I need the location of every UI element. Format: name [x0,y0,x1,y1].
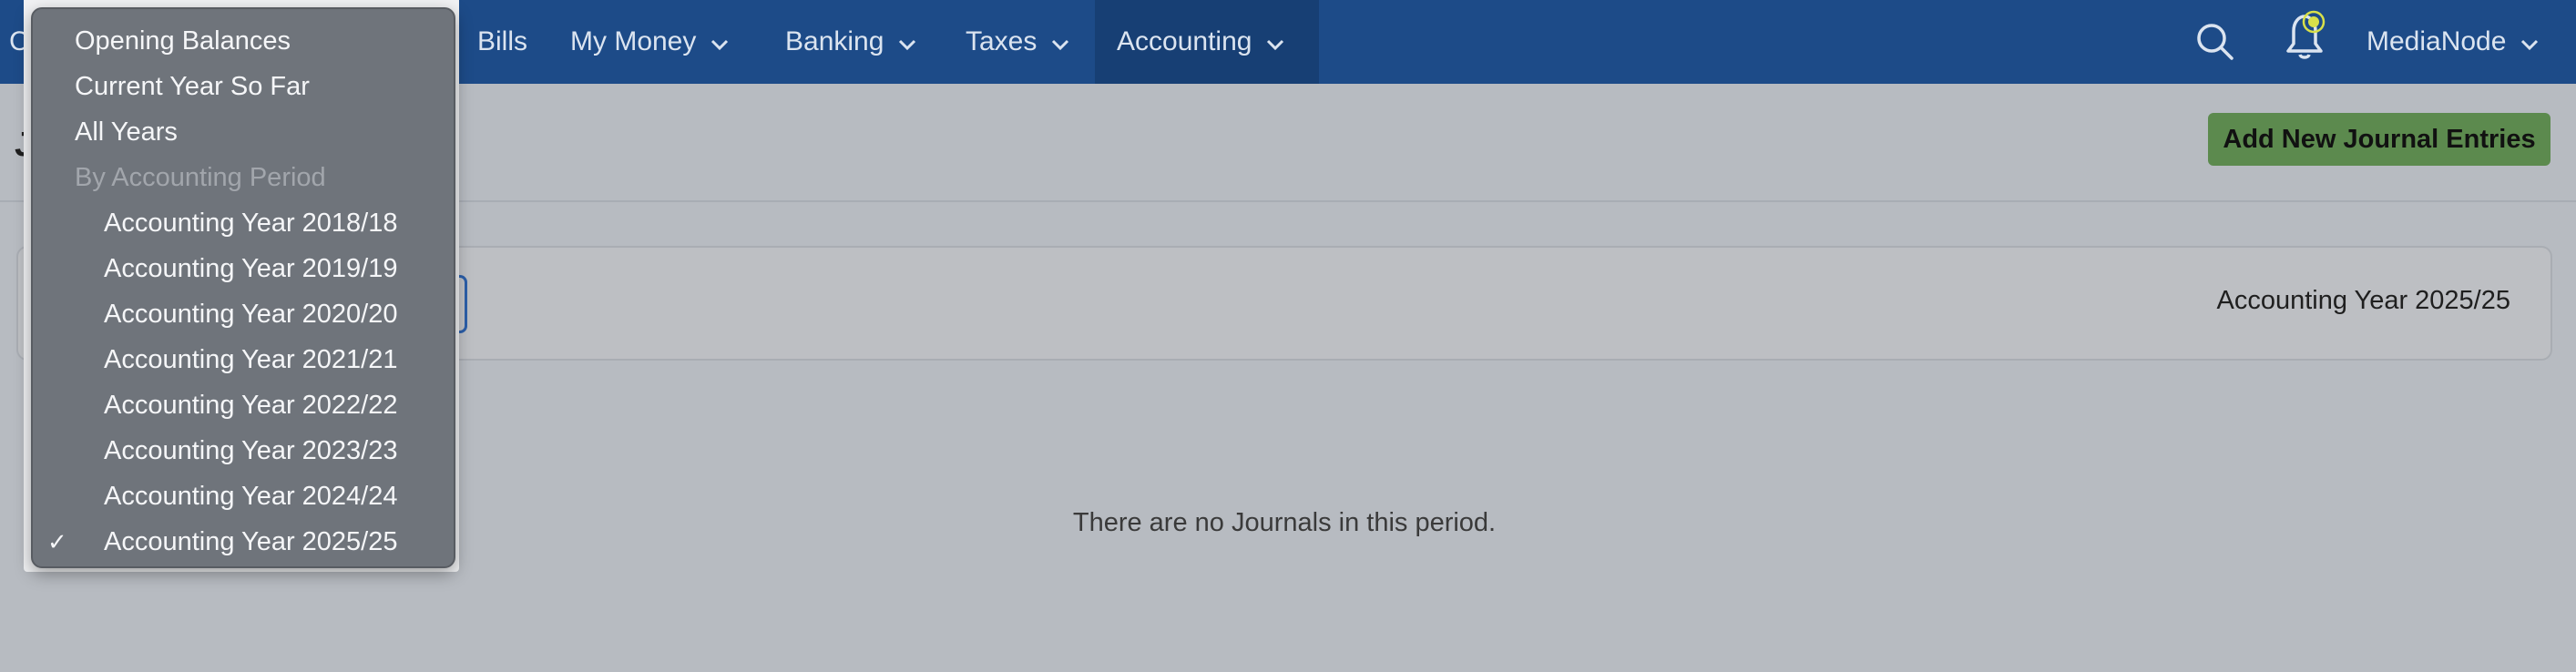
nav-item-my-money[interactable]: My Money [570,0,729,84]
nav-item-bills[interactable]: Bills [477,0,527,84]
menu-group-text: By Accounting Period [75,162,326,192]
add-journal-entries-button[interactable]: Add New Journal Entries [2208,113,2550,166]
menu-item-label: Opening Balances [75,25,291,56]
menu-item-label: Accounting Year 2020/20 [104,299,398,329]
menu-item-period[interactable]: Accounting Year 2023/23 [33,428,454,473]
chevron-down-icon [710,26,729,57]
nav-item-banking[interactable]: Banking [785,0,916,84]
menu-item-period[interactable]: Accounting Year 2022/22 [33,382,454,428]
nav-item-label: My Money [570,26,697,56]
account-name: MediaNode [2366,26,2507,56]
notifications-bell-icon[interactable] [2275,5,2334,66]
nav-item-taxes[interactable]: Taxes [966,0,1069,84]
chevron-down-icon [1266,26,1284,57]
menu-item-label: Accounting Year 2023/23 [104,435,398,465]
menu-item-label: Accounting Year 2025/25 [104,526,398,556]
menu-item-period-selected[interactable]: ✓ Accounting Year 2025/25 [33,519,454,565]
menu-item-label: Current Year So Far [75,71,310,101]
nav-item-label: Banking [785,26,884,56]
menu-item-label: Accounting Year 2024/24 [104,481,398,511]
checkmark-icon: ✓ [47,527,67,555]
menu-item-label: Accounting Year 2022/22 [104,390,398,420]
menu-item-label: Accounting Year 2018/18 [104,208,398,238]
menu-item-all-years[interactable]: All Years [33,109,454,155]
nav-item-label: Taxes [966,26,1038,56]
menu-item-period[interactable]: Accounting Year 2020/20 [33,291,454,337]
menu-item-label: Accounting Year 2021/21 [104,344,398,374]
menu-item-period[interactable]: Accounting Year 2019/19 [33,246,454,291]
menu-item-period[interactable]: Accounting Year 2021/21 [33,337,454,382]
account-menu[interactable]: MediaNode [2366,0,2539,84]
menu-item-period[interactable]: Accounting Year 2024/24 [33,473,454,519]
menu-item-opening-balances[interactable]: Opening Balances [33,18,454,64]
chevron-down-icon [1051,26,1069,57]
period-dropdown-menu: Opening Balances Current Year So Far All… [31,7,455,568]
chevron-down-icon [898,26,916,57]
search-icon[interactable] [2192,18,2239,66]
nav-item-label: Accounting [1117,26,1252,56]
selected-period-label: Accounting Year 2025/25 [2216,286,2511,315]
nav-item-accounting[interactable]: Accounting [1095,0,1319,84]
menu-item-label: All Years [75,117,178,147]
menu-group-label: By Accounting Period [33,155,454,200]
menu-item-period[interactable]: Accounting Year 2018/18 [33,200,454,246]
menu-item-label: Accounting Year 2019/19 [104,253,398,283]
nav-item-label: Bills [477,26,528,56]
menu-item-current-year[interactable]: Current Year So Far [33,64,454,109]
chevron-down-icon [2520,26,2539,57]
